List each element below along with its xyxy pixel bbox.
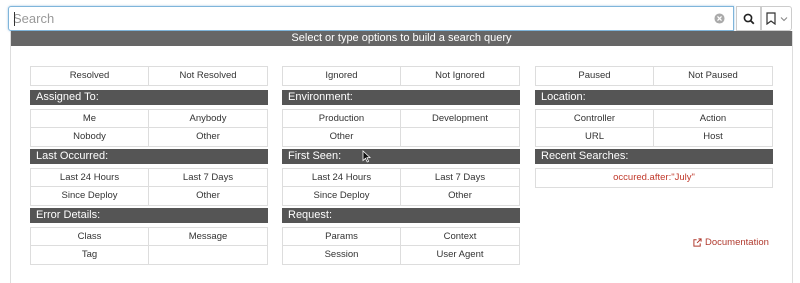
chevron-down-icon [780, 16, 787, 21]
option-last-24-hours[interactable]: Last 24 Hours [31, 169, 149, 187]
option-user-agent[interactable]: User Agent [401, 246, 519, 264]
documentation-label: Documentation [705, 237, 769, 248]
option-me[interactable]: Me [31, 110, 149, 128]
option-url[interactable]: URL [536, 128, 654, 146]
request-options: Params Context Session User Agent [282, 227, 520, 265]
option-not-ignored[interactable]: Not Ignored [401, 67, 519, 85]
search-icon [743, 13, 754, 24]
mouse-cursor-icon [362, 150, 371, 163]
bookmark-button[interactable] [761, 6, 792, 31]
query-builder-panel: Select or type options to build a search… [10, 31, 793, 283]
first-seen-options: Last 24 Hours Last 7 Days Since Deploy O… [282, 168, 520, 206]
option-paused[interactable]: Paused [536, 67, 654, 85]
documentation-link[interactable]: Documentation [693, 237, 769, 248]
option-nobody[interactable]: Nobody [31, 128, 149, 146]
option-development[interactable]: Development [401, 110, 519, 128]
option-empty [149, 246, 267, 264]
option-context[interactable]: Context [401, 228, 519, 246]
environment-options: Production Development Other [282, 109, 520, 147]
last-occurred-options: Last 24 Hours Last 7 Days Since Deploy O… [30, 168, 268, 206]
section-title-request: Request: [282, 208, 520, 223]
option-other[interactable]: Other [283, 128, 401, 146]
option-other[interactable]: Other [401, 187, 519, 205]
option-last-7-days[interactable]: Last 7 Days [149, 169, 267, 187]
section-title-assigned-to: Assigned To: [30, 90, 268, 105]
option-action[interactable]: Action [654, 110, 772, 128]
option-tag[interactable]: Tag [31, 246, 149, 264]
section-title-last-occurred: Last Occurred: [30, 149, 268, 164]
option-host[interactable]: Host [654, 128, 772, 146]
bookmark-icon [765, 12, 776, 25]
option-empty [401, 128, 519, 146]
external-link-icon [693, 238, 702, 247]
section-title-environment: Environment: [282, 90, 520, 105]
option-ignored[interactable]: Ignored [283, 67, 401, 85]
section-title-recent-searches: Recent Searches: [535, 149, 773, 164]
clear-circle-icon[interactable] [714, 13, 725, 24]
option-last-24-hours[interactable]: Last 24 Hours [283, 169, 401, 187]
text-caret [14, 12, 15, 26]
option-message[interactable]: Message [149, 228, 267, 246]
resolved-options: Resolved Not Resolved [30, 66, 268, 86]
option-session[interactable]: Session [283, 246, 401, 264]
error-details-options: Class Message Tag [30, 227, 268, 265]
search-bar [8, 6, 792, 31]
assigned-to-options: Me Anybody Nobody Other [30, 109, 268, 147]
option-params[interactable]: Params [283, 228, 401, 246]
option-resolved[interactable]: Resolved [31, 67, 149, 85]
option-other[interactable]: Other [149, 128, 267, 146]
option-since-deploy[interactable]: Since Deploy [283, 187, 401, 205]
section-title-error-details: Error Details: [30, 208, 268, 223]
search-input[interactable] [13, 9, 703, 28]
panel-header: Select or type options to build a search… [11, 31, 792, 46]
paused-options: Paused Not Paused [535, 66, 773, 86]
section-title-location: Location: [535, 90, 773, 105]
option-last-7-days[interactable]: Last 7 Days [401, 169, 519, 187]
option-since-deploy[interactable]: Since Deploy [31, 187, 149, 205]
option-class[interactable]: Class [31, 228, 149, 246]
option-not-paused[interactable]: Not Paused [654, 67, 772, 85]
section-title-first-seen: First Seen: [282, 149, 520, 164]
search-button[interactable] [736, 6, 761, 31]
location-options: Controller Action URL Host [535, 109, 773, 147]
option-other[interactable]: Other [149, 187, 267, 205]
option-not-resolved[interactable]: Not Resolved [149, 67, 267, 85]
search-box[interactable] [8, 6, 734, 31]
option-production[interactable]: Production [283, 110, 401, 128]
ignored-options: Ignored Not Ignored [282, 66, 520, 86]
option-anybody[interactable]: Anybody [149, 110, 267, 128]
recent-search-item[interactable]: occured.after:"July" [535, 168, 773, 188]
option-controller[interactable]: Controller [536, 110, 654, 128]
